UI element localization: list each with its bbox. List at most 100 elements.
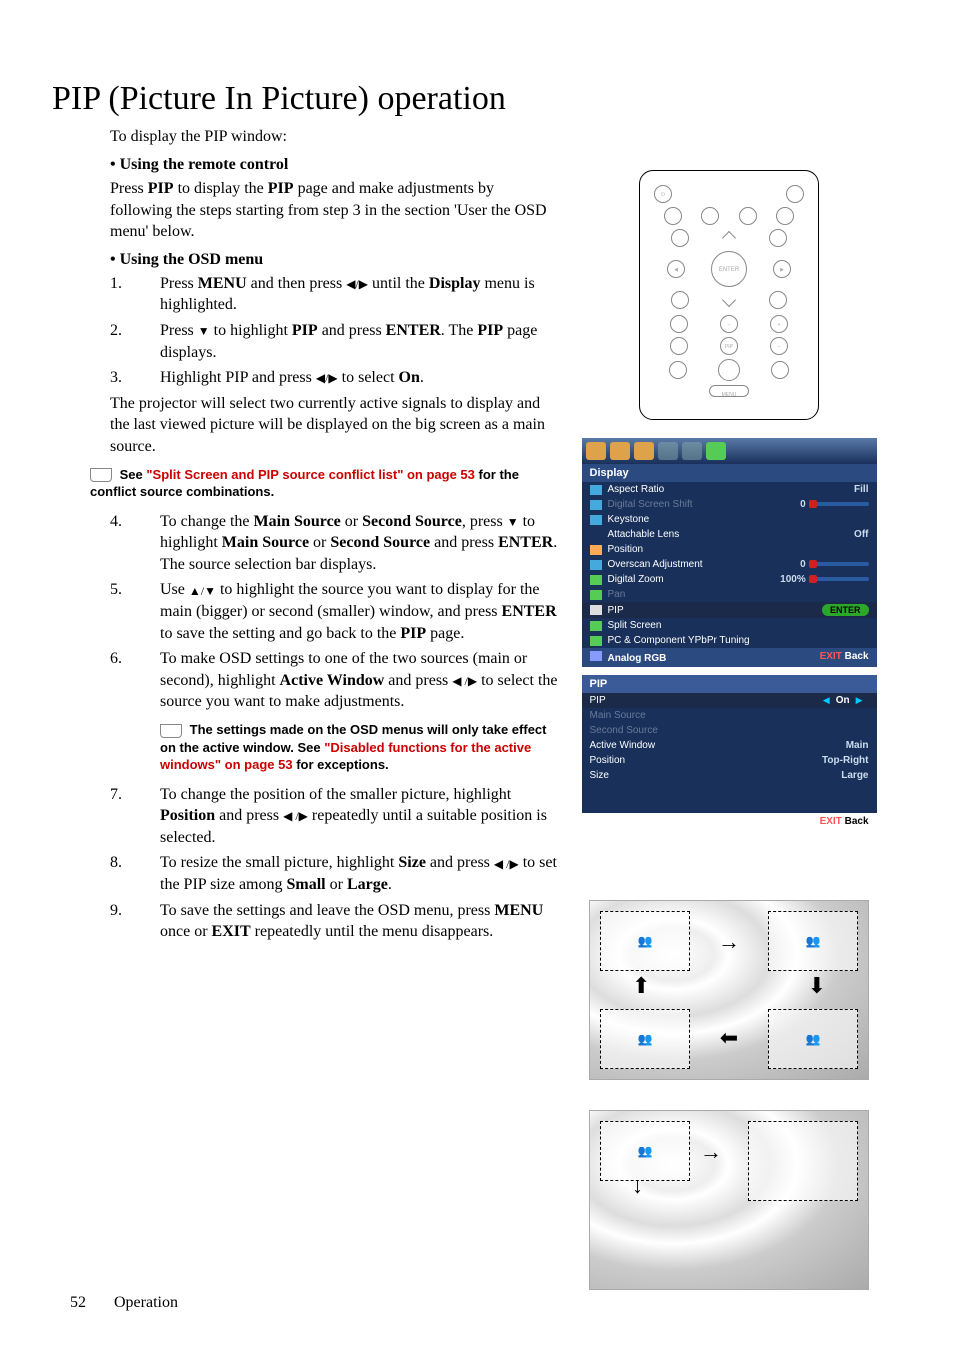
down-arrow-icon: ▼ xyxy=(198,323,210,339)
osd-label: PC & Component YPbPr Tuning xyxy=(608,635,750,646)
remote-button xyxy=(669,361,687,379)
t: Large xyxy=(347,876,388,893)
bullet-osd: Using the OSD menu xyxy=(110,251,560,269)
t: and then press xyxy=(247,275,347,292)
t: to display the xyxy=(174,180,268,197)
osd-label: Attachable Lens xyxy=(608,529,680,540)
tab-icon xyxy=(706,442,726,460)
tab-icon xyxy=(634,442,654,460)
exit-label: EXIT xyxy=(820,651,842,662)
t: Press xyxy=(160,275,198,292)
remote-button: ▶ xyxy=(773,260,791,278)
step-list: 4. To change the Main Source or Second S… xyxy=(110,511,560,713)
osd-label: Main Source xyxy=(590,710,646,721)
step-text: Highlight PIP and press ◀/▶ to select On… xyxy=(160,367,560,389)
bullet-remote: Using the remote control xyxy=(110,156,560,174)
tab-icon xyxy=(682,442,702,460)
left-right-arrow-icon: ◀ /▶ xyxy=(452,673,477,689)
t: and press xyxy=(426,854,494,871)
remote-button: – xyxy=(770,337,788,355)
osd-title: Display xyxy=(582,464,877,482)
t: Main Source xyxy=(254,513,341,530)
link-conflict-list[interactable]: "Split Screen and PIP source conflict li… xyxy=(146,467,475,482)
t: To save the settings and leave the OSD m… xyxy=(160,902,494,919)
remote-button: PIP xyxy=(720,337,738,355)
left-right-arrow-icon: ◀ /▶ xyxy=(283,808,308,824)
t: Highlight PIP and press xyxy=(160,369,316,386)
down-arrow-icon: ↓ xyxy=(632,1173,643,1199)
osd-display-menu: Display Aspect RatioFill Digital Screen … xyxy=(582,438,877,667)
t: See xyxy=(120,467,147,482)
t: To change the xyxy=(160,513,254,530)
osd-foot-label: Analog RGB xyxy=(608,653,667,664)
pip-size-illustration: 👥 → ↓ xyxy=(589,1110,869,1290)
t: PIP xyxy=(292,322,318,339)
step-num: 6. xyxy=(110,648,160,713)
t: ENTER xyxy=(502,603,557,620)
t: . The xyxy=(441,322,478,339)
t: Use xyxy=(160,581,189,598)
left-right-arrow-icon: ◀/▶ xyxy=(346,276,368,292)
t: . xyxy=(388,876,392,893)
step-num: 9. xyxy=(110,900,160,943)
step-num: 4. xyxy=(110,511,160,576)
osd-value: On xyxy=(836,695,850,706)
t: , press xyxy=(462,513,507,530)
osd-label: Position xyxy=(608,544,644,555)
analog-icon xyxy=(590,651,602,661)
tab-icon xyxy=(586,442,606,460)
back-label: Back xyxy=(845,816,869,827)
section-name: Operation xyxy=(114,1294,178,1311)
t: To resize the small picture, highlight xyxy=(160,854,398,871)
t: page. xyxy=(426,625,464,642)
t: EXIT xyxy=(212,923,251,940)
osd-label: Size xyxy=(590,770,609,781)
tab-icon xyxy=(610,442,630,460)
remote-button xyxy=(664,207,682,225)
row-icon xyxy=(590,636,602,646)
t: PIP xyxy=(268,180,294,197)
osd-value: Off xyxy=(854,529,868,540)
remote-button xyxy=(671,229,689,247)
osd-label: Overscan Adjustment xyxy=(608,559,703,570)
step-num: 5. xyxy=(110,579,160,644)
osd-value: Top-Right xyxy=(822,755,868,766)
page-title: PIP (Picture In Picture) operation xyxy=(52,80,560,118)
t: Small xyxy=(287,876,326,893)
t: for exceptions. xyxy=(293,757,389,772)
t: PIP xyxy=(148,180,174,197)
step-text: To change the Main Source or Second Sour… xyxy=(160,511,560,576)
t: Active Window xyxy=(280,672,385,689)
t: Size xyxy=(398,854,426,871)
step-text: To change the position of the smaller pi… xyxy=(160,784,560,849)
row-icon xyxy=(590,515,602,525)
osd-value: 0 xyxy=(800,499,806,510)
remote-button xyxy=(670,315,688,333)
osd-label: Pan xyxy=(608,589,626,600)
t: Second Source xyxy=(362,513,462,530)
right-arrow-icon: → xyxy=(718,929,740,955)
para-remote: Press PIP to display the PIP page and ma… xyxy=(110,178,560,243)
osd-label: Second Source xyxy=(590,725,658,736)
remote-button: ◀ xyxy=(667,260,685,278)
t: and press xyxy=(430,534,498,551)
note-icon xyxy=(160,724,182,738)
row-icon xyxy=(590,500,602,510)
osd-value: Large xyxy=(841,770,868,781)
step-text: Press ▼ to highlight PIP and press ENTER… xyxy=(160,320,560,363)
remote-button xyxy=(771,361,789,379)
remote-button xyxy=(769,229,787,247)
osd-label: Active Window xyxy=(590,740,656,751)
pip-button xyxy=(718,359,740,381)
step-num: 1. xyxy=(110,273,160,316)
exit-label: EXIT xyxy=(820,816,842,827)
t: and press xyxy=(318,322,386,339)
t: PIP xyxy=(477,322,503,339)
remote-button xyxy=(739,207,757,225)
t: MENU xyxy=(494,902,543,919)
row-icon xyxy=(590,621,602,631)
remote-button xyxy=(670,337,688,355)
down-arrow-icon xyxy=(722,293,736,307)
step-num: 2. xyxy=(110,320,160,363)
osd-value: Main xyxy=(846,740,869,751)
